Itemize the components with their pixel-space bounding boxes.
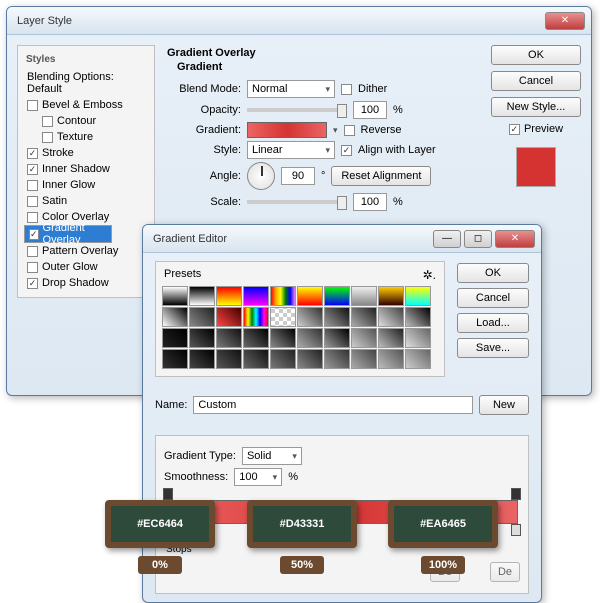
- close-icon[interactable]: ✕: [495, 230, 535, 248]
- reverse-checkbox[interactable]: [344, 125, 355, 136]
- preview-checkbox[interactable]: ✓: [509, 124, 520, 135]
- style-inner-glow[interactable]: Inner Glow: [24, 177, 148, 193]
- gradient-editor-title: Gradient Editor: [149, 233, 430, 245]
- checkbox[interactable]: [42, 116, 53, 127]
- align-checkbox[interactable]: ✓: [341, 145, 352, 156]
- gear-icon[interactable]: ✲.: [423, 268, 436, 282]
- style-pattern-overlay[interactable]: Pattern Overlay: [24, 243, 148, 259]
- subsection-title: Gradient: [163, 61, 483, 77]
- angle-label: Angle:: [163, 170, 241, 182]
- style-satin[interactable]: Satin: [24, 193, 148, 209]
- style-select[interactable]: Linear▾: [247, 141, 335, 159]
- callout-color-3: #EA6465: [388, 500, 498, 548]
- checkbox[interactable]: [27, 246, 38, 257]
- preview-swatch: [516, 147, 556, 187]
- preview-label: Preview: [524, 123, 563, 135]
- style-texture[interactable]: Texture: [24, 129, 148, 145]
- styles-panel: Styles Blending Options: Default Bevel &…: [17, 45, 155, 298]
- close-icon[interactable]: ✕: [545, 12, 585, 30]
- angle-input[interactable]: 90: [281, 167, 315, 185]
- style-outer-glow[interactable]: Outer Glow: [24, 259, 148, 275]
- opacity-input[interactable]: 100: [353, 101, 387, 119]
- styles-header: Styles: [24, 52, 148, 69]
- color-stop[interactable]: [511, 524, 521, 536]
- checkbox[interactable]: [27, 196, 38, 207]
- smoothness-label: Smoothness:: [164, 471, 228, 483]
- checkbox[interactable]: [27, 262, 38, 273]
- minimize-icon[interactable]: —: [433, 230, 461, 248]
- gradient-type-select[interactable]: Solid▾: [242, 447, 302, 465]
- style-label: Style:: [163, 144, 241, 156]
- dither-checkbox[interactable]: [341, 84, 352, 95]
- gradient-label: Gradient:: [163, 124, 241, 136]
- gradient-editor-titlebar[interactable]: Gradient Editor — ◻ ✕: [143, 225, 541, 253]
- delete-stop-button[interactable]: De: [490, 562, 520, 582]
- style-stroke[interactable]: ✓Stroke: [24, 145, 148, 161]
- opacity-label: Opacity:: [163, 104, 241, 116]
- dither-label: Dither: [358, 83, 387, 95]
- scale-input[interactable]: 100: [353, 193, 387, 211]
- checkbox[interactable]: [27, 212, 38, 223]
- callout-pct-2: 50%: [280, 556, 324, 574]
- chevron-down-icon: ▾: [292, 451, 297, 462]
- style-inner-shadow[interactable]: ✓Inner Shadow: [24, 161, 148, 177]
- presets-panel: Presets ✲.: [155, 261, 445, 377]
- gradient-type-label: Gradient Type:: [164, 450, 236, 462]
- checkbox[interactable]: [27, 180, 38, 191]
- smoothness-input[interactable]: 100▾: [234, 468, 282, 486]
- callout-color-1: #EC6464: [105, 500, 215, 548]
- checkbox[interactable]: [27, 100, 38, 111]
- callout-color-2: #D43331: [247, 500, 357, 548]
- preset-grid[interactable]: [162, 286, 438, 369]
- section-title: Gradient Overlay: [163, 45, 483, 61]
- name-label: Name:: [155, 399, 187, 411]
- opacity-slider[interactable]: [247, 108, 347, 112]
- style-bevel[interactable]: Bevel & Emboss: [24, 97, 148, 113]
- new-style-button[interactable]: New Style...: [491, 97, 581, 117]
- style-gradient-overlay[interactable]: ✓Gradient Overlay: [24, 225, 112, 243]
- name-input[interactable]: Custom: [193, 396, 473, 414]
- maximize-icon[interactable]: ◻: [464, 230, 492, 248]
- layer-style-title: Layer Style: [13, 15, 542, 27]
- checkbox[interactable]: [42, 132, 53, 143]
- angle-dial[interactable]: [247, 162, 275, 190]
- chevron-down-icon: ▾: [325, 145, 330, 156]
- callout-pct-1: 0%: [138, 556, 182, 574]
- opacity-stop[interactable]: [511, 488, 521, 500]
- chevron-down-icon[interactable]: ▾: [333, 125, 338, 136]
- layer-style-titlebar[interactable]: Layer Style ✕: [7, 7, 591, 35]
- ge-cancel-button[interactable]: Cancel: [457, 288, 529, 308]
- blend-mode-label: Blend Mode:: [163, 83, 241, 95]
- style-contour[interactable]: Contour: [24, 113, 148, 129]
- checkbox[interactable]: ✓: [27, 164, 38, 175]
- chevron-down-icon: ▾: [273, 472, 278, 483]
- ge-save-button[interactable]: Save...: [457, 338, 529, 358]
- scale-slider[interactable]: [247, 200, 347, 204]
- ok-button[interactable]: OK: [491, 45, 581, 65]
- style-drop-shadow[interactable]: ✓Drop Shadow: [24, 275, 148, 291]
- blending-options[interactable]: Blending Options: Default: [24, 69, 148, 97]
- reset-alignment-button[interactable]: Reset Alignment: [331, 166, 431, 186]
- blend-mode-select[interactable]: Normal▾: [247, 80, 335, 98]
- gradient-swatch[interactable]: [247, 122, 327, 138]
- new-gradient-button[interactable]: New: [479, 395, 529, 415]
- chevron-down-icon: ▾: [325, 84, 330, 95]
- ge-load-button[interactable]: Load...: [457, 313, 529, 333]
- scale-label: Scale:: [163, 196, 241, 208]
- checkbox[interactable]: ✓: [29, 229, 39, 240]
- reverse-label: Reverse: [361, 124, 402, 136]
- opacity-stop[interactable]: [163, 488, 173, 500]
- presets-label: Presets: [164, 268, 201, 282]
- checkbox[interactable]: ✓: [27, 278, 38, 289]
- cancel-button[interactable]: Cancel: [491, 71, 581, 91]
- ge-ok-button[interactable]: OK: [457, 263, 529, 283]
- align-label: Align with Layer: [358, 144, 436, 156]
- checkbox[interactable]: ✓: [27, 148, 38, 159]
- callout-pct-3: 100%: [421, 556, 465, 574]
